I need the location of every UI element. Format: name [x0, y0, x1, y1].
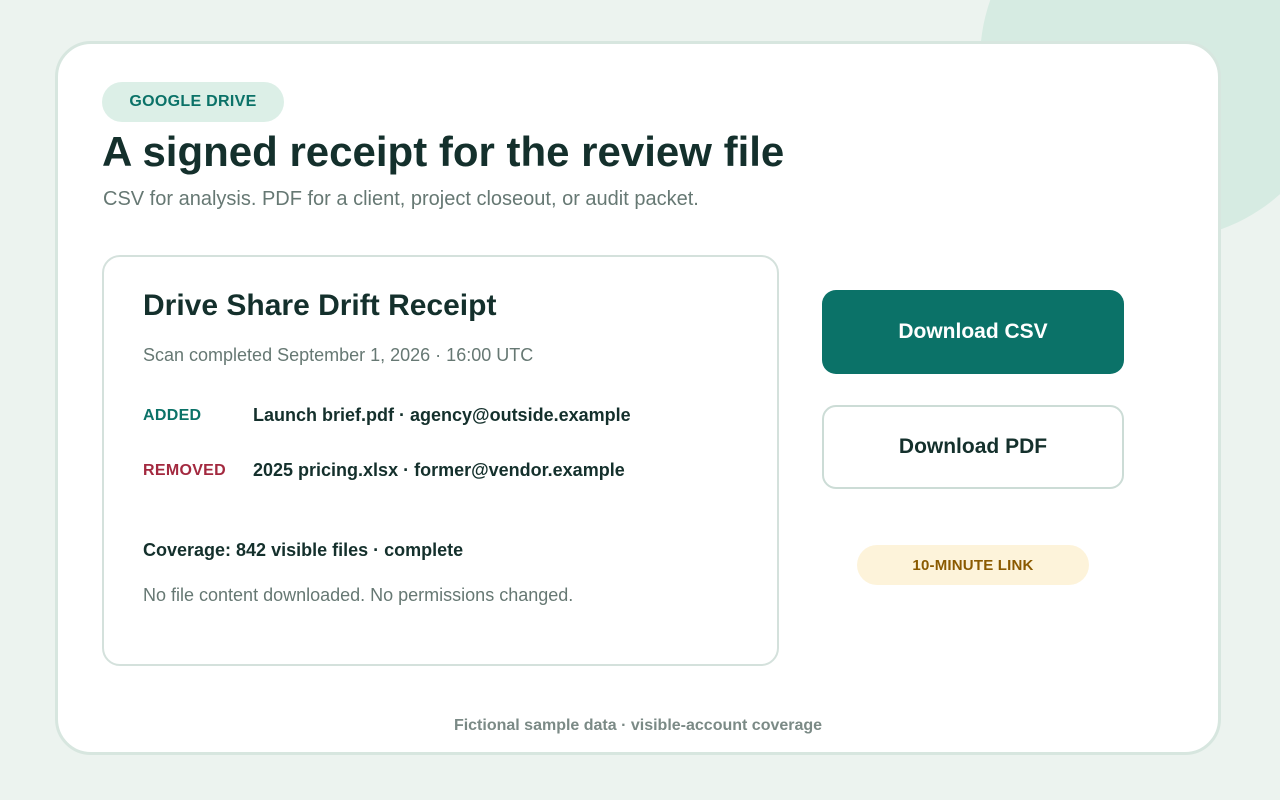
change-kind-label: REMOVED: [143, 462, 226, 479]
privacy-note: No file content downloaded. No permissio…: [143, 585, 574, 605]
receipt-preview: Drive Share Drift Receipt Scan completed…: [102, 255, 779, 666]
change-kind-label: ADDED: [143, 407, 202, 424]
source-badge: GOOGLE DRIVE: [102, 82, 284, 122]
change-detail: 2025 pricing.xlsx · former@vendor.exampl…: [253, 460, 625, 480]
footer-note: Fictional sample data · visible-account …: [453, 717, 823, 734]
page-title: A signed receipt for the review file: [102, 128, 785, 175]
scan-timestamp: Scan completed September 1, 2026 · 16:00…: [143, 345, 534, 365]
coverage-summary: Coverage: 842 visible files · complete: [143, 540, 464, 560]
receipt-export-card: GOOGLE DRIVE A signed receipt for the re…: [55, 41, 1221, 755]
download-csv-button[interactable]: Download CSV: [822, 290, 1124, 374]
page-subtitle: CSV for analysis. PDF for a client, proj…: [103, 188, 699, 210]
change-row-removed: REMOVED 2025 pricing.xlsx · former@vendo…: [143, 459, 743, 481]
receipt-title: Drive Share Drift Receipt: [143, 289, 497, 322]
download-pdf-button[interactable]: Download PDF: [822, 405, 1124, 489]
change-detail: Launch brief.pdf · agency@outside.exampl…: [253, 405, 631, 425]
link-expiry-badge: 10-MINUTE LINK: [857, 545, 1089, 585]
change-row-added: ADDED Launch brief.pdf · agency@outside.…: [143, 404, 743, 426]
